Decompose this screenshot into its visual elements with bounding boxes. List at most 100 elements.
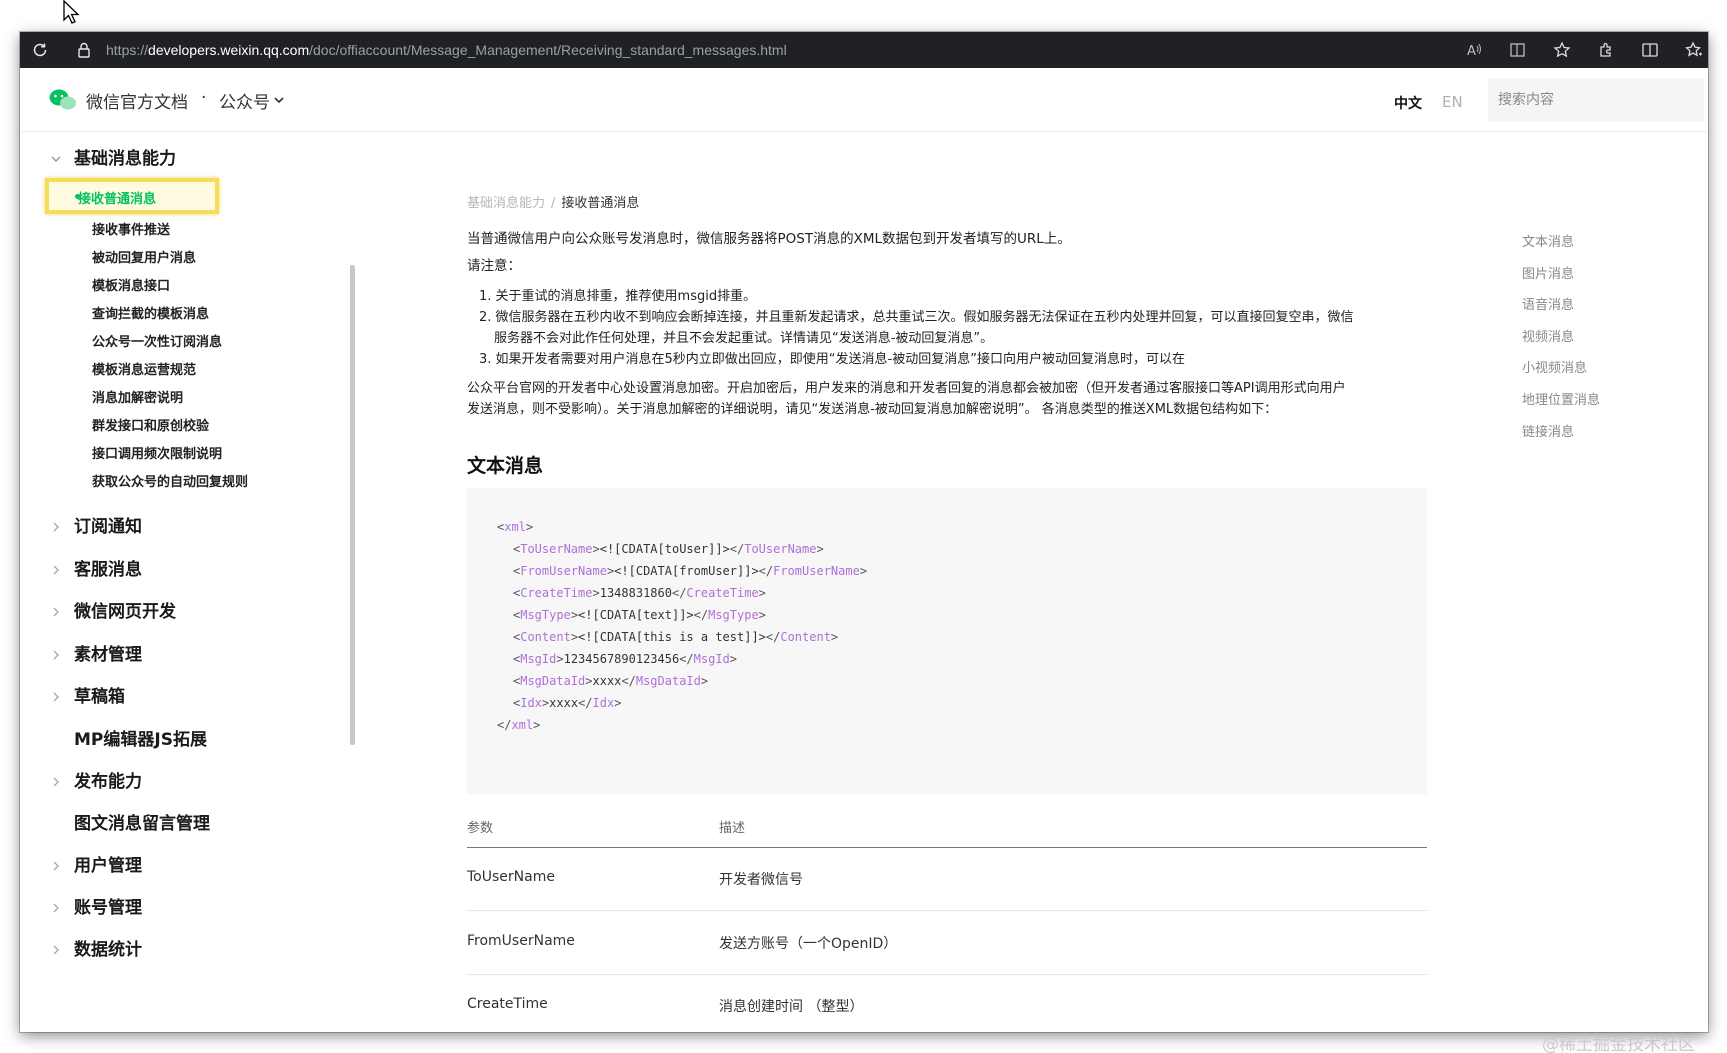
intro-paragraph: 当普通微信用户向公众账号发消息时，微信服务器将POST消息的XML数据包到开发者… [467,231,1071,247]
site-header: 微信官方文档 · 公众号 中文 EN [20,68,1708,132]
table-row-divider [467,974,1427,975]
chevron-right-icon [50,688,62,702]
svg-text:A: A [1467,44,1476,59]
favorite-star-icon[interactable] [1552,40,1572,60]
breadcrumb-link[interactable]: 基础消息能力 [467,196,545,211]
sidebar-group[interactable]: 发布能力 [50,767,142,792]
breadcrumb: 基础消息能力 / 接收普通消息 [467,192,639,211]
url-domain: developers.weixin.qq.com [148,42,310,58]
table-header-param: 参数 [467,821,494,836]
chevron-right-icon [50,646,62,660]
note-item-continuation: 服务器不会对此作任何处理，并且不会发起重试。详情请见“发送消息-被动回复消息”。 [494,331,994,346]
table-header-desc: 描述 [719,821,746,836]
sidebar-item[interactable]: 模板消息运营规范 [92,359,196,379]
search-input[interactable] [1488,78,1704,122]
sidebar-item-mp-editor-js[interactable]: MP编辑器JS拓展 [50,725,207,750]
sidebar-group[interactable]: 素材管理 [50,640,142,665]
sidebar-group-label: 微信网页开发 [74,601,176,622]
note-item: 1. 关于重试的消息排重，推荐使用msgid排重。 [479,289,757,304]
code-line: <Content><![CDATA[this is a test]]></Con… [513,630,839,644]
sidebar-item[interactable]: 接口调用频次限制说明 [92,443,222,463]
code-line: <FromUserName><![CDATA[fromUser]]></From… [513,564,868,578]
chevron-right-icon [50,518,62,532]
lock-icon[interactable] [74,40,94,60]
sidebar-group-label: 账号管理 [74,897,142,918]
chevron-right-icon [50,899,62,913]
table-cell-desc: 发送方账号（一个OpenID） [719,936,898,952]
sidebar-item[interactable]: 模板消息接口 [92,275,170,295]
chevron-right-icon [50,561,62,575]
encryption-paragraph: 公众平台官网的开发者中心处设置消息加密。开启加密后，用户发来的消息和开发者回复的… [467,381,1346,396]
sidebar-group-label: 客服消息 [74,559,142,580]
sidebar-group-label: 素材管理 [74,644,142,665]
code-line: </xml> [497,718,541,732]
lang-zh-toggle[interactable]: 中文 [1394,93,1422,113]
title-separator: · [201,88,207,108]
encryption-paragraph: 发送消息，则不受影响）。关于消息加解密的详细说明，请见“发送消息-被动回复消息加… [467,402,1278,417]
url-path: /doc/offiaccount/Message_Management/Rece… [309,42,787,58]
sidebar-scrollbar[interactable] [350,265,355,745]
immersive-reader-icon[interactable] [1508,40,1528,60]
table-cell-param: ToUserName [467,869,555,885]
sidebar-item[interactable]: 群发接口和原创校验 [92,415,209,435]
read-aloud-icon[interactable]: A [1464,40,1484,60]
breadcrumb-separator: / [551,196,556,211]
sidebar-item[interactable]: 公众号一次性订阅消息 [92,331,222,351]
browser-toolbar: https://developers.weixin.qq.com/doc/off… [20,32,1708,68]
sidebar-group-label: 数据统计 [74,939,142,960]
sidebar-item[interactable]: 获取公众号的自动回复规则 [92,471,248,491]
table-cell-desc: 开发者微信号 [719,872,803,888]
sidebar-item-receive-normal-message[interactable]: 接收普通消息 [78,188,156,207]
note-item: 3. 如果开发者需要对用户消息在5秒内立即做出回应，即使用“发送消息-被动回复消… [479,352,1185,367]
section-title-text-message: 文本消息 [467,455,544,477]
lang-en-toggle[interactable]: EN [1442,93,1463,111]
sidebar-item[interactable]: 接收事件推送 [92,219,170,239]
url-scheme: https:// [106,42,149,58]
wechat-logo-icon[interactable] [48,88,78,112]
address-bar[interactable]: https://developers.weixin.qq.com/doc/off… [106,42,787,58]
reload-icon[interactable] [30,40,50,60]
sidebar-item[interactable]: 被动回复用户消息 [92,247,196,267]
toc-item[interactable]: 链接消息 [1522,421,1574,440]
chevron-right-icon [50,941,62,955]
sidebar-group-label: 基础消息能力 [74,148,176,169]
sidebar-group[interactable]: 订阅通知 [50,512,142,537]
split-screen-icon[interactable] [1640,40,1660,60]
table-cell-desc: 消息创建时间 （整型） [719,999,864,1015]
toc-item[interactable]: 地理位置消息 [1522,389,1600,408]
breadcrumb-current: 接收普通消息 [561,196,640,211]
browser-window: https://developers.weixin.qq.com/doc/off… [20,32,1708,1032]
sidebar-group[interactable]: 微信网页开发 [50,597,176,622]
sidebar-group-label: 订阅通知 [74,516,142,537]
table-cell-param: FromUserName [467,933,575,949]
sidebar-group[interactable]: 账号管理 [50,893,142,918]
site-title[interactable]: 微信官方文档 [86,88,188,113]
sidebar-item[interactable]: 查询拦截的模板消息 [92,303,209,323]
toc-item[interactable]: 小视频消息 [1522,357,1587,376]
sidebar-group[interactable]: 数据统计 [50,935,142,960]
sidebar-item-comment-management[interactable]: 图文消息留言管理 [50,809,210,834]
sidebar-group[interactable]: 客服消息 [50,555,142,580]
chevron-down-icon[interactable] [273,95,285,105]
toc-item[interactable]: 图片消息 [1522,263,1574,282]
toc-item[interactable]: 文本消息 [1522,231,1574,250]
code-block[interactable]: <xml> <ToUserName><![CDATA[toUser]]></To… [467,488,1427,794]
table-cell-param: CreateTime [467,996,548,1012]
sidebar-item[interactable]: 消息加解密说明 [92,387,183,407]
sidebar-group-basic-messaging[interactable]: 基础消息能力 [50,144,176,169]
favorites-icon[interactable] [1684,40,1704,60]
toc-item[interactable]: 视频消息 [1522,326,1574,345]
sidebar-group-label: 用户管理 [74,855,142,876]
extensions-icon[interactable] [1596,40,1616,60]
table-header-divider [467,847,1427,848]
sidebar-nav: 基础消息能力 接收普通消息 接收事件推送 被动回复用户消息 模板消息接口 查询拦… [20,133,360,1032]
sidebar-group-label: MP编辑器JS拓展 [74,729,207,750]
sidebar-group[interactable]: 用户管理 [50,851,142,876]
sidebar-group[interactable]: 草稿箱 [50,682,125,707]
toc-item[interactable]: 语音消息 [1522,294,1574,313]
table-row-divider [467,910,1427,911]
watermark: @稀土掘金技术社区 [1542,1035,1695,1053]
section-selector[interactable]: 公众号 [219,88,270,113]
chevron-right-icon [50,857,62,871]
code-line: <Idx>xxxx</Idx> [513,696,622,710]
